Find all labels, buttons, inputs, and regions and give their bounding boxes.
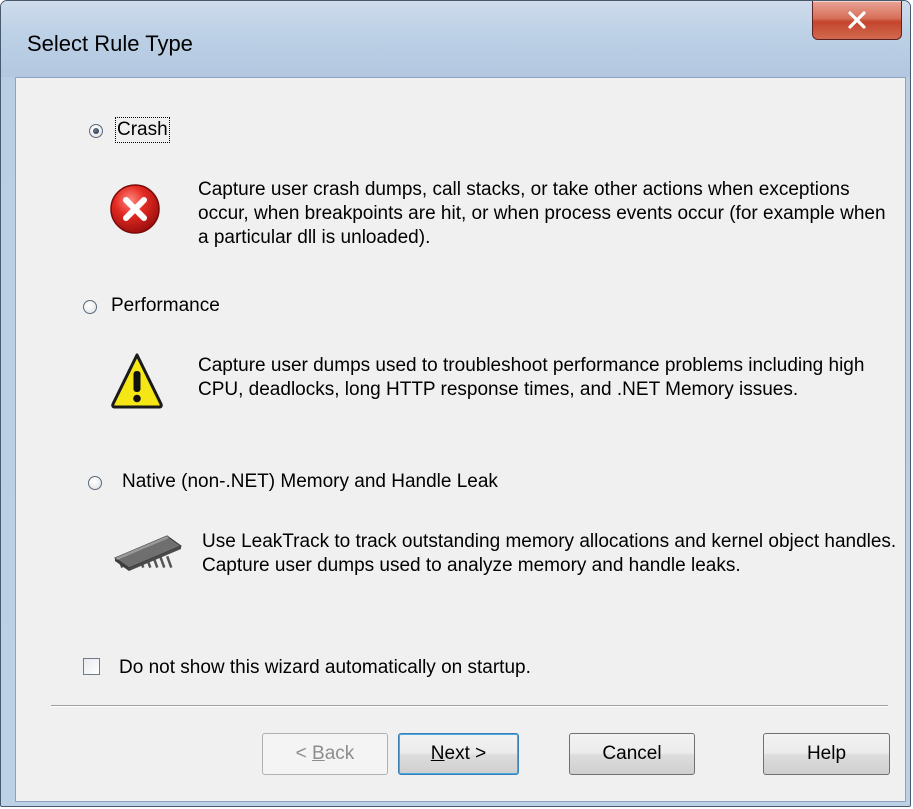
performance-description: Capture user dumps used to troubleshoot … <box>198 355 865 400</box>
back-button-rest: ack <box>324 743 355 764</box>
next-button-mnemonic: N <box>430 743 445 764</box>
native-memory-description: Use LeakTrack to track outstanding memor… <box>202 531 897 576</box>
back-button-prefix: < <box>295 743 313 764</box>
help-button[interactable]: Help <box>763 733 890 775</box>
close-button[interactable] <box>812 1 902 40</box>
crash-description: Capture user crash dumps, call stacks, o… <box>198 179 886 248</box>
radio-performance[interactable] <box>83 300 97 314</box>
dialog-content: Crash Capture user crash dumps, call sta… <box>15 77 906 802</box>
next-button-rest: ext > <box>444 743 487 764</box>
startup-checkbox-label[interactable]: Do not show this wizard automatically on… <box>119 657 531 679</box>
radio-crash-label[interactable]: Crash <box>115 117 170 143</box>
memory-chip-icon <box>113 534 183 579</box>
back-button[interactable]: < Back <box>262 733 388 775</box>
close-icon <box>848 11 866 29</box>
cancel-button[interactable]: Cancel <box>569 733 695 775</box>
radio-crash[interactable] <box>89 124 103 138</box>
separator <box>51 705 888 707</box>
warning-icon <box>111 352 163 415</box>
radio-performance-label[interactable]: Performance <box>111 295 220 317</box>
error-icon <box>109 183 161 240</box>
radio-native-memory-label[interactable]: Native (non-.NET) Memory and Handle Leak <box>122 471 498 493</box>
window-title: Select Rule Type <box>27 31 193 56</box>
startup-checkbox[interactable] <box>83 658 100 675</box>
title-bar[interactable]: Select Rule Type <box>1 1 910 77</box>
next-button[interactable]: Next > <box>398 733 519 775</box>
back-button-mnemonic: B <box>312 743 325 764</box>
radio-native-memory[interactable] <box>88 476 102 490</box>
dialog-window: Select Rule Type Crash Capture user cras… <box>0 0 911 807</box>
